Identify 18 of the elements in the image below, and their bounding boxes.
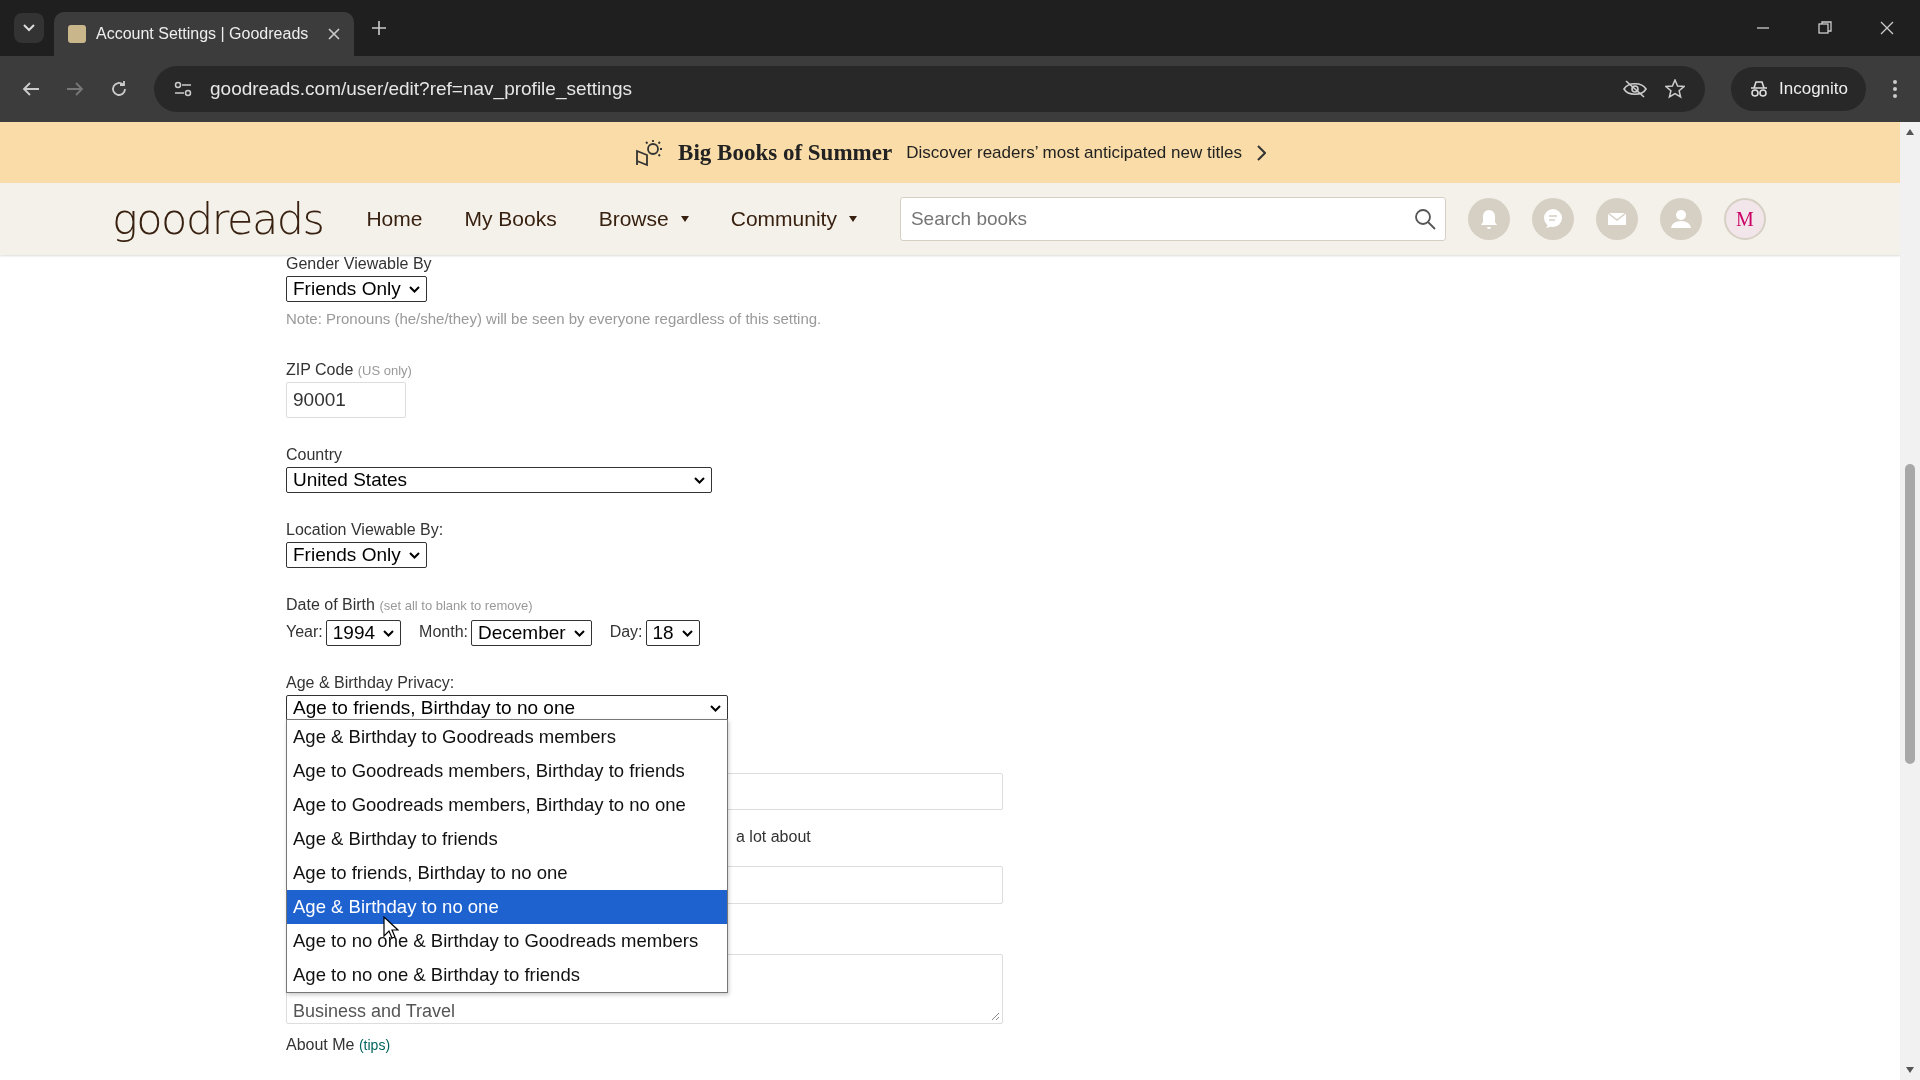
field-label: Date of Birth (set all to blank to remove) [286, 596, 533, 614]
pronoun-note: Note: Pronouns (he/she/they) will be seen by everyone regardless of this setting. [286, 310, 822, 327]
field-label: Age & Birthday Privacy: [286, 674, 455, 692]
url-text: goodreads.com/user/edit?ref=nav_profile_settings [210, 78, 632, 100]
tab-title: Account Settings | Goodreads [96, 25, 310, 43]
field-label: About Me (tips) [286, 1036, 392, 1054]
year-label: Year: [286, 622, 323, 641]
incognito-label: Incognito [1779, 79, 1848, 99]
avatar-letter: M [1736, 207, 1754, 231]
day-label: Day: [609, 622, 643, 641]
field-label: Location Viewable By: [286, 521, 444, 539]
help-text: a lot about [736, 828, 811, 846]
field-label: ZIP Code (US only) [286, 361, 412, 379]
banner-text: Discover readers’ most anticipated new titles [906, 142, 1242, 163]
banner-title: Big Books of Summer [678, 139, 893, 166]
field-label: Country [286, 446, 343, 464]
field-label: Gender Viewable By [286, 255, 432, 273]
month-label: Month: [419, 622, 468, 641]
